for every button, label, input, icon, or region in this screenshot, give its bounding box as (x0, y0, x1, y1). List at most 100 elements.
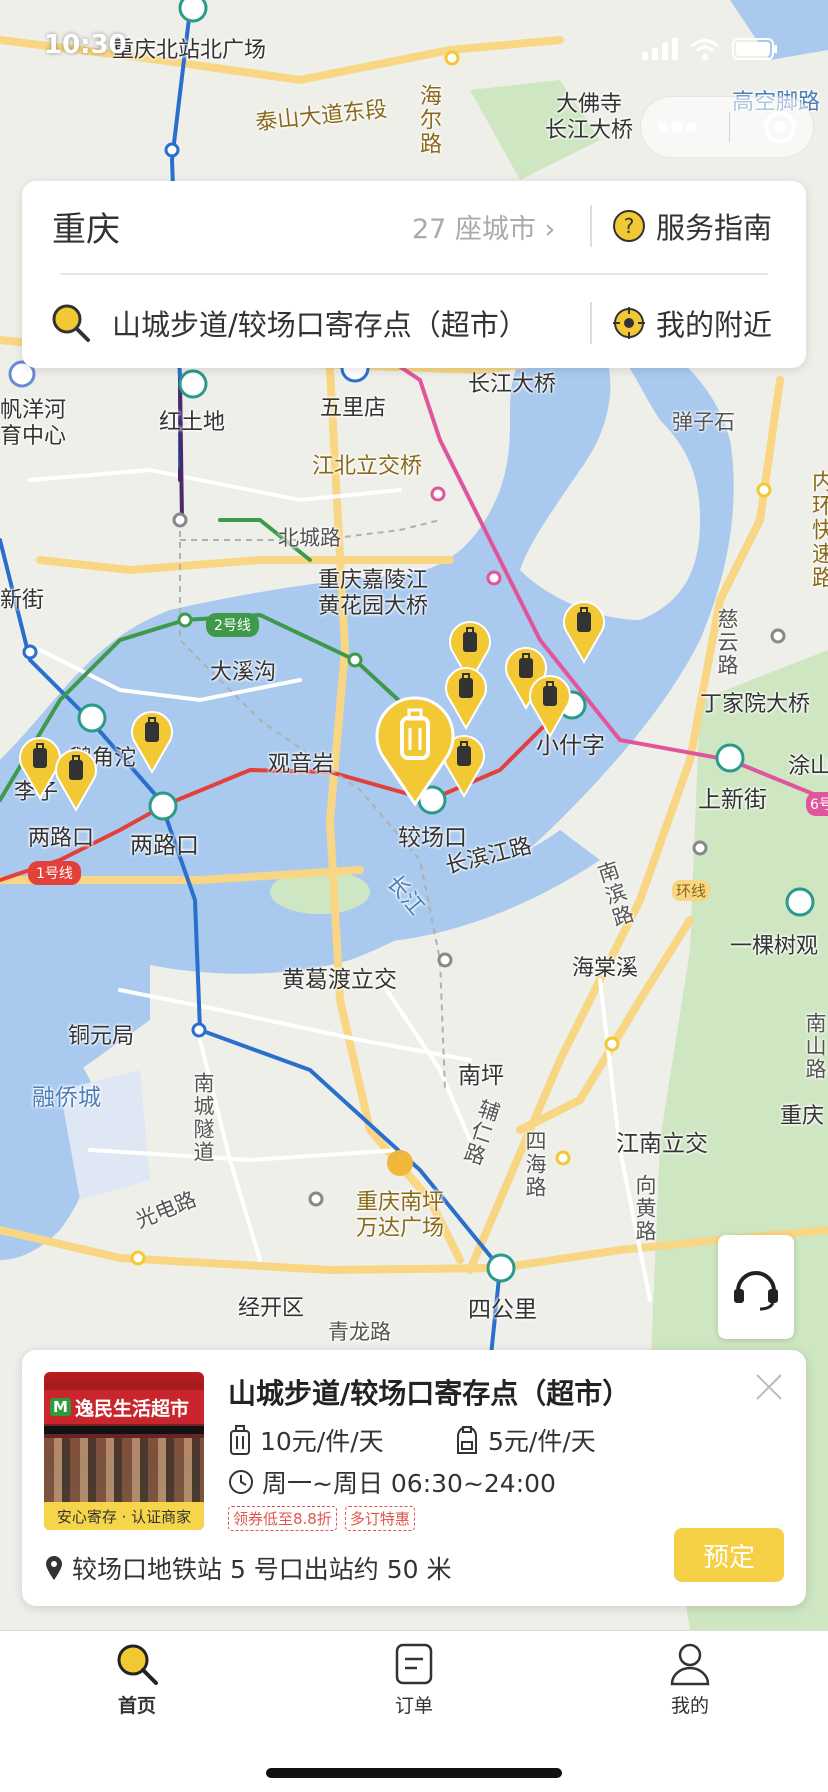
locate-icon (613, 307, 645, 339)
map-label: 两路口 (130, 833, 199, 859)
store-address: 较场口地铁站 5 号口出站约 50 米 (44, 1550, 452, 1586)
customer-service-button[interactable] (718, 1235, 794, 1339)
map-label: 江北立交桥 (312, 454, 423, 479)
map-label: 北城路 (278, 526, 341, 550)
order-icon (395, 1643, 433, 1685)
store-photo-strip (44, 1426, 204, 1434)
svg-text:?: ? (624, 214, 635, 238)
divider (60, 273, 768, 275)
price-large-luggage: 10元/件/天 (228, 1422, 384, 1458)
map-label: 长江大桥 (468, 372, 557, 397)
map-label: 涂山 (788, 754, 828, 779)
map-label: 弹子石 (672, 410, 735, 434)
tab-home[interactable]: 首页 (77, 1631, 197, 1731)
map-label: 南城隧道 (191, 1072, 215, 1164)
map-label: 重庆嘉陵江 黄花园大桥 (318, 568, 429, 619)
metro-tag-line6: 6号 (806, 792, 828, 816)
map-label: 慈云路 (715, 608, 739, 677)
status-time: 10:30 (44, 30, 127, 60)
map-label: 青龙路 (328, 1320, 391, 1344)
nearby-label: 我的附近 (656, 308, 773, 342)
business-hours: 周一~周日 06:30~24:00 (228, 1464, 556, 1500)
search-input[interactable]: 山城步道/较场口寄存点（超市） (112, 302, 528, 344)
certified-badge: 安心寄存 · 认证商家 (44, 1502, 204, 1530)
more-icon[interactable] (657, 121, 697, 133)
map-label: 重庆 (780, 1104, 825, 1129)
map-label: 四公里 (468, 1297, 537, 1323)
business-hours-label: 周一~周日 06:30~24:00 (262, 1469, 556, 1498)
capsule-divider (729, 112, 731, 142)
map-label: 四海路 (523, 1130, 547, 1199)
map-label: 融侨城 (32, 1085, 101, 1111)
store-info-card[interactable]: M 逸民生活超市 安心寄存 · 认证商家 山城步道/较场口寄存点（超市） 10元/… (22, 1350, 806, 1606)
map-label: 内环快速路 (808, 470, 828, 590)
location-pin-icon (46, 1556, 62, 1580)
map-label: 一棵树观 (730, 934, 819, 959)
storage-pin[interactable] (54, 748, 98, 812)
price-large-label: 10元/件/天 (260, 1427, 384, 1456)
map-label: 铜元局 (68, 1024, 135, 1049)
storage-pin[interactable] (562, 600, 606, 664)
map-label: 红土地 (159, 410, 226, 435)
map-label: 向黄路 (633, 1174, 657, 1243)
map-label: 海尔路 (416, 84, 441, 156)
city-name[interactable]: 重庆 (52, 202, 120, 251)
store-address-label: 较场口地铁站 5 号口出站约 50 米 (72, 1555, 452, 1584)
map-label: 大溪沟 (210, 660, 277, 685)
map-label: 新街 (0, 588, 45, 613)
vertical-divider (590, 302, 592, 344)
store-sign-text: 逸民生活超市 (74, 1397, 189, 1420)
promo-tag: 多订特惠 (344, 1506, 415, 1531)
mini-program-capsule (640, 96, 814, 158)
help-icon: ? (613, 210, 645, 242)
close-miniprogram-icon[interactable] (763, 110, 797, 144)
price-small-label: 5元/件/天 (488, 1427, 596, 1456)
search-card: 重庆 27 座城市 › ? 服务指南 山城步道/较场口寄存点（超市） 我的附近 (22, 181, 806, 368)
tab-orders-label: 订单 (394, 1695, 433, 1717)
close-icon[interactable] (754, 1372, 784, 1402)
map-label: 南山路 (803, 1012, 827, 1081)
city-count-label: 27 座城市 (412, 213, 536, 245)
map-label: 帆洋河 育中心 (0, 398, 67, 449)
battery-icon (732, 38, 777, 60)
suitcase-icon (230, 1425, 250, 1455)
city-count-link[interactable]: 27 座城市 › (412, 207, 555, 246)
search-icon (52, 304, 90, 342)
book-button[interactable]: 预定 (674, 1528, 784, 1582)
store-sign: M 逸民生活超市 (44, 1390, 204, 1424)
promo-tags: 领券低至8.8折 多订特惠 (228, 1506, 415, 1531)
status-icons (642, 38, 778, 60)
search-row: 山城步道/较场口寄存点（超市） 我的附近 (22, 278, 806, 368)
selected-storage-pin[interactable] (374, 696, 456, 808)
store-photo-shelves (44, 1438, 204, 1504)
map-label: 江南立交 (616, 1131, 708, 1157)
nearby-button[interactable]: 我的附近 (612, 302, 772, 344)
tab-profile[interactable]: 我的 (630, 1631, 750, 1731)
metro-tag-line2: 2号线 (206, 613, 259, 637)
city-row: 重庆 27 座城市 › ? 服务指南 (22, 181, 806, 271)
headset-icon (734, 1271, 778, 1311)
signal-icon (642, 38, 678, 60)
map-label: 两路口 (28, 826, 95, 851)
store-photo: M 逸民生活超市 安心寄存 · 认证商家 (44, 1372, 204, 1530)
tab-orders[interactable]: 订单 (354, 1631, 474, 1731)
storage-pin[interactable] (528, 674, 572, 738)
map-label: 黄葛渡立交 (282, 967, 397, 993)
metro-tag-line1: 1号线 (28, 861, 81, 885)
profile-icon (670, 1643, 710, 1686)
map-label: 南坪 (458, 1063, 504, 1089)
store-title: 山城步道/较场口寄存点（超市） (228, 1377, 631, 1410)
search-icon (117, 1644, 158, 1685)
brand-logo: M (50, 1398, 71, 1416)
map-label: 经开区 (238, 1296, 305, 1321)
tab-home-label: 首页 (117, 1695, 156, 1717)
map-label: 重庆北站北广场 (112, 38, 267, 63)
service-guide-button[interactable]: ? 服务指南 (612, 205, 772, 247)
storage-pin[interactable] (130, 710, 174, 774)
home-indicator (266, 1768, 562, 1778)
backpack-icon (457, 1426, 477, 1454)
map-label: 丁家院大桥 (700, 692, 811, 717)
map-label: 大佛寺 长江大桥 (545, 92, 634, 143)
map-label: 海棠溪 (572, 956, 639, 981)
service-guide-label: 服务指南 (656, 211, 773, 245)
